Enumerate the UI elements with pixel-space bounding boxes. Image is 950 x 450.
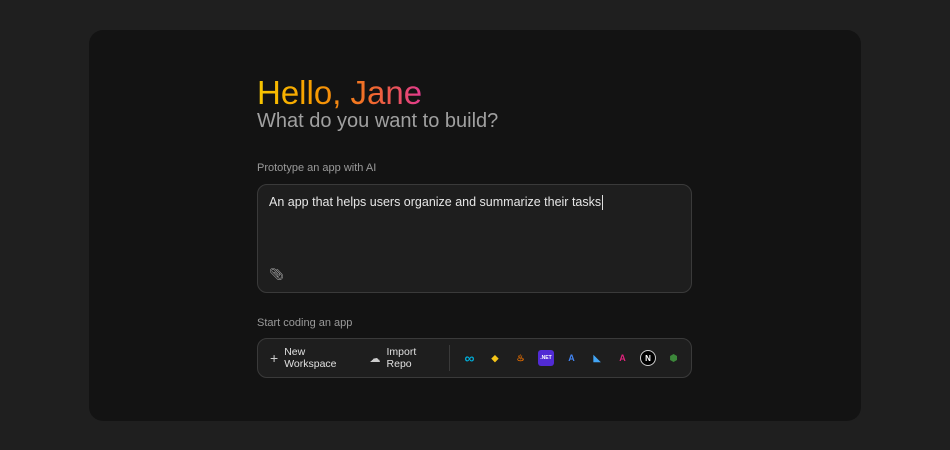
import-repo-button[interactable]: ☁ Import Repo bbox=[370, 346, 439, 370]
flutter-template-icon[interactable]: ◣ bbox=[589, 350, 605, 366]
angular-template-icon[interactable]: A bbox=[615, 350, 631, 366]
go-template-icon[interactable]: ∞ bbox=[462, 350, 478, 366]
divider bbox=[448, 345, 450, 371]
nodejs-template-icon[interactable]: ⬢ bbox=[666, 350, 682, 366]
prompt-input[interactable]: An app that helps users organize and sum… bbox=[257, 184, 692, 293]
prototype-label: Prototype an app with AI bbox=[257, 162, 377, 174]
subtitle: What do you want to build? bbox=[257, 110, 499, 132]
plus-icon: + bbox=[270, 350, 279, 366]
new-workspace-label: New Workspace bbox=[284, 346, 337, 370]
greeting: Hello, Jane bbox=[257, 74, 423, 111]
prompt-text[interactable]: An app that helps users organize and sum… bbox=[269, 195, 603, 210]
new-workspace-button[interactable]: + New Workspace bbox=[270, 346, 354, 370]
attach-icon[interactable]: 📎︎ bbox=[269, 267, 284, 281]
cloud-upload-icon: ☁ bbox=[369, 352, 381, 365]
android-studio-template-icon[interactable]: A bbox=[564, 350, 580, 366]
coding-label: Start coding an app bbox=[257, 317, 353, 329]
python-template-icon[interactable]: ◆ bbox=[487, 350, 503, 366]
nextjs-template-icon[interactable]: N bbox=[640, 350, 656, 366]
java-template-icon[interactable]: ♨ bbox=[513, 350, 529, 366]
import-repo-label: Import Repo bbox=[386, 346, 417, 370]
coding-bar: + New Workspace ☁ Import Repo ∞ ◆ ♨ .NET A ◣ A N ⬢ bbox=[257, 338, 692, 378]
dotnet-template-icon[interactable]: .NET bbox=[538, 350, 554, 366]
